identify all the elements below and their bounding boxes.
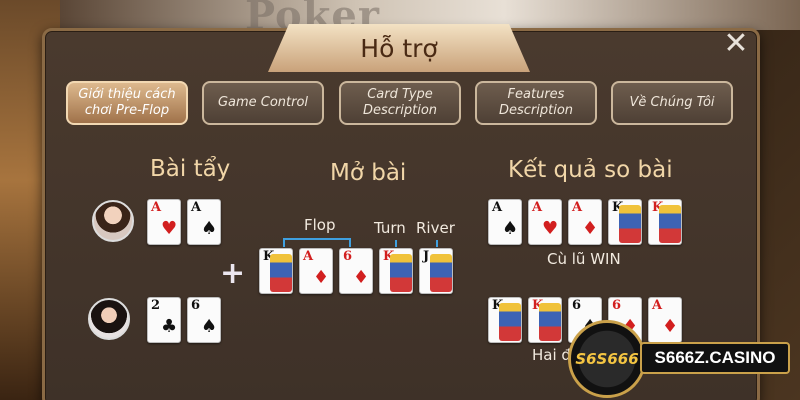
player-2-hole-card: 2 ♣: [147, 297, 181, 343]
close-button[interactable]: ✕: [720, 28, 752, 60]
face-card-art: [270, 254, 292, 292]
watermark-badge: S666Z.CASINO: [640, 342, 790, 374]
card-suit-icon: ♠: [201, 218, 218, 239]
result-1-card: A ♦: [568, 199, 602, 245]
tab-label: Game Control: [217, 95, 309, 110]
face-card-art: [539, 303, 561, 341]
card-rank: 6: [343, 249, 353, 264]
dialog-title: Hỗ trợ: [360, 33, 438, 63]
player-2-avatar: [88, 298, 130, 340]
result-2-card: K♦: [528, 297, 562, 343]
face-card-art: [499, 303, 521, 341]
card-rank: A: [191, 200, 202, 215]
tab-game-control[interactable]: Game Control: [202, 81, 324, 125]
card-rank: A: [303, 249, 314, 264]
card-suit-icon: ♠: [502, 218, 519, 239]
result-1-card: A ♠: [488, 199, 522, 245]
card-rank: A: [151, 200, 162, 215]
card-suit-icon: ♥: [542, 218, 559, 239]
tab-label: Card Type Description: [362, 87, 438, 118]
card-rank: A: [532, 200, 543, 215]
face-card-art: [430, 254, 452, 292]
card-rank: 2: [151, 298, 161, 313]
card-rank: 6: [612, 298, 622, 313]
card-suit-icon: ♦: [353, 267, 370, 288]
tab-label: Features Description: [498, 87, 574, 118]
card-suit-icon: ♣: [161, 316, 178, 337]
turn-label: Turn: [374, 219, 406, 237]
result-2-card: A ♦: [648, 297, 682, 343]
board-card: K♣: [259, 248, 293, 294]
card-rank: J: [423, 249, 430, 264]
face-card-art: [659, 205, 681, 243]
flop-bracket: [283, 238, 351, 247]
board-card: K♦: [379, 248, 413, 294]
dialog-title-plate: Hỗ trợ: [268, 24, 530, 72]
result-1-card: K♣: [608, 199, 642, 245]
result-1-card: A ♥: [528, 199, 562, 245]
face-card-art: [619, 205, 641, 243]
river-tick: [436, 240, 438, 247]
result-1-card: K♦: [648, 199, 682, 245]
plus-icon: +: [220, 256, 246, 291]
card-rank: 6: [191, 298, 201, 313]
face-card-art: [390, 254, 412, 292]
tab-features-description[interactable]: Features Description: [475, 81, 597, 125]
player-2-hole-card: 6 ♠: [187, 297, 221, 343]
card-suit-icon: ♦: [662, 316, 679, 337]
board-card: A ♦: [299, 248, 333, 294]
player-1-hole-card: A ♥: [147, 199, 181, 245]
watermark-logo: S6S666: [568, 320, 646, 398]
tab-label: Về Chúng Tôi: [629, 95, 715, 110]
tab-label: Giới thiệu cách chơi Pre-Flop: [78, 87, 176, 118]
card-suit-icon: ♦: [582, 218, 599, 239]
card-rank: A: [492, 200, 503, 215]
turn-tick: [395, 240, 397, 247]
result-heading: Kết quả so bài: [508, 157, 673, 183]
tab-about-us[interactable]: Về Chúng Tôi: [611, 81, 733, 125]
card-suit-icon: ♦: [313, 267, 330, 288]
tab-pre-flop-guide[interactable]: Giới thiệu cách chơi Pre-Flop: [66, 81, 188, 125]
card-rank: A: [652, 298, 663, 313]
community-cards-heading: Mở bài: [330, 160, 407, 186]
card-rank: 6: [572, 298, 582, 313]
card-suit-icon: ♥: [161, 218, 178, 239]
card-suit-icon: ♠: [201, 316, 218, 337]
player-1-avatar: [92, 200, 134, 242]
player-1-hole-card: A ♠: [187, 199, 221, 245]
tab-card-type-description[interactable]: Card Type Description: [339, 81, 461, 125]
result-1-caption: Cù lũ WIN: [547, 250, 621, 268]
river-label: River: [416, 219, 455, 237]
result-2-caption: Hai đ: [532, 346, 571, 364]
card-rank: A: [572, 200, 583, 215]
flop-label: Flop: [304, 216, 336, 234]
board-card: J♣: [419, 248, 453, 294]
board-card: 6 ♦: [339, 248, 373, 294]
hole-cards-heading: Bài tẩy: [150, 156, 231, 182]
watermark-logo-text: S6S666: [575, 350, 639, 368]
close-icon: ✕: [723, 26, 749, 61]
result-2-card: K♣: [488, 297, 522, 343]
